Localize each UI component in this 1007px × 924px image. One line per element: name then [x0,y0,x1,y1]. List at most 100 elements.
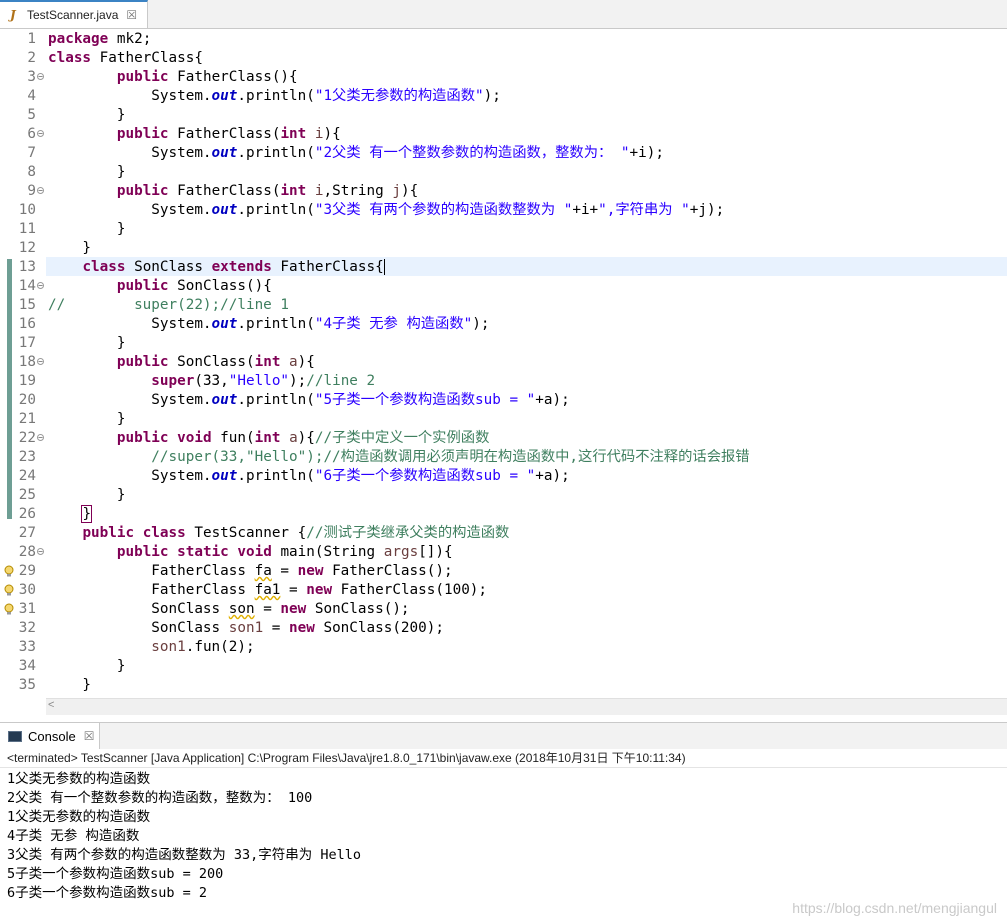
fold-toggle-icon[interactable]: − [37,548,44,556]
fold-toggle-icon[interactable]: − [37,130,44,138]
line-number: 33 [18,639,36,655]
code-text: } [48,107,126,123]
line-number: 13 [18,259,36,275]
line-number: 26 [18,506,36,522]
close-icon[interactable]: ☒ [84,729,95,743]
code-line[interactable]: 15 // super(22);//line 1 [0,296,1007,315]
code-line[interactable]: 18− public SonClass(int a){ [0,353,1007,372]
code-text: super(33,"Hello");//line 2 [151,373,376,389]
code-text: public static void main(String args[]){ [116,544,453,560]
code-line[interactable]: 13 class SonClass extends FatherClass{ [0,258,1007,277]
code-text: System.out.println("4子类 无参 构造函数"); [48,316,490,332]
code-text: // super(22);//line 1 [48,297,290,313]
code-text: class SonClass extends FatherClass{ [82,259,385,275]
code-line[interactable]: 3− public FatherClass(){ [0,68,1007,87]
line-number: 12 [18,240,36,256]
line-number: 23 [18,449,36,465]
editor-tab-testscanner[interactable]: J TestScanner.java ☒ [0,0,148,28]
code-line[interactable]: 2 class FatherClass{ [0,49,1007,68]
warning-bulb-icon[interactable] [4,603,14,615]
code-line[interactable]: 9− public FatherClass(int i,String j){ [0,182,1007,201]
code-text: son1.fun(2); [151,639,255,655]
java-file-icon: J [10,8,16,22]
fold-toggle-icon[interactable]: − [37,73,44,81]
code-text: FatherClass fa1 = new FatherClass(100); [48,582,488,598]
code-line[interactable]: 11 } [0,220,1007,239]
code-line[interactable]: 28− public static void main(String args[… [0,543,1007,562]
console-output[interactable]: 1父类无参数的构造函数 2父类 有一个整数参数的构造函数，整数为： 100 1父类无… [0,770,1007,903]
code-line[interactable]: 32 SonClass son1 = new SonClass(200); [0,619,1007,638]
close-icon[interactable]: ☒ [126,8,137,22]
code-line[interactable]: 4 System.out.println("1父类无参数的构造函数"); [0,87,1007,106]
code-line[interactable]: 20 System.out.println("5子类一个参数构造函数sub = … [0,391,1007,410]
code-text: //super(33,"Hello");//构造函数调用必须声明在构造函数中,这… [151,449,750,465]
code-line[interactable]: 27 public class TestScanner {//测试子类继承父类的… [0,524,1007,543]
code-line[interactable]: 21 } [0,410,1007,429]
console-output-line: 3父类 有两个参数的构造函数整数为 33,字符串为 Hello [7,847,362,863]
line-number: 21 [18,411,36,427]
console-output-line: 5子类一个参数构造函数sub = 200 [7,866,224,882]
code-editor[interactable]: 1 package mk2; 2 class FatherClass{3− publi… [0,29,1007,700]
line-number: 19 [18,373,36,389]
line-number: 3 [27,69,36,85]
code-line[interactable]: 1 package mk2; [0,30,1007,49]
code-line[interactable]: 16 System.out.println("4子类 无参 构造函数"); [0,315,1007,334]
line-number: 28 [18,544,36,560]
code-text: System.out.println("6子类一个参数构造函数sub = "+a… [48,468,570,484]
code-line[interactable]: 10 System.out.println("3父类 有两个参数的构造函数整数为… [0,201,1007,220]
code-line[interactable]: 33 son1.fun(2); [0,638,1007,657]
line-number: 25 [18,487,36,503]
fold-toggle-icon[interactable]: − [37,358,44,366]
code-line[interactable]: 26 } [0,505,1007,524]
code-line[interactable]: 8 } [0,163,1007,182]
code-line[interactable]: 29 FatherClass fa = new FatherClass(); [0,562,1007,581]
code-line[interactable]: 35 } [0,676,1007,695]
code-text: } [48,487,126,503]
code-text: } [48,164,126,180]
line-number: 35 [18,677,36,693]
code-line[interactable]: 5 } [0,106,1007,125]
line-number: 11 [18,221,36,237]
console-tab[interactable]: Console ☒ [0,723,100,749]
fold-toggle-icon[interactable]: − [37,187,44,195]
warning-bulb-icon[interactable] [4,584,14,596]
line-number: 9 [27,183,36,199]
fold-toggle-icon[interactable]: − [37,434,44,442]
watermark: https://blog.csdn.net/mengjiangul [792,900,997,916]
line-number: 10 [18,202,36,218]
code-line[interactable]: 31 SonClass son = new SonClass(); [0,600,1007,619]
code-line[interactable]: 12 } [0,239,1007,258]
console-icon [8,730,22,742]
code-line[interactable]: 22− public void fun(int a){//子类中定义一个实例函数 [0,429,1007,448]
code-line[interactable]: 25 } [0,486,1007,505]
code-text: System.out.println("5子类一个参数构造函数sub = "+a… [48,392,570,408]
code-text: } [48,221,126,237]
console-status-line: <terminated> TestScanner [Java Applicati… [0,749,1007,768]
code-text: System.out.println("3父类 有两个参数的构造函数整数为 "+… [48,202,725,218]
line-number: 22 [18,430,36,446]
code-line[interactable]: 17 } [0,334,1007,353]
code-text: SonClass son1 = new SonClass(200); [48,620,444,636]
warning-bulb-icon[interactable] [4,565,14,577]
code-line[interactable]: 30 FatherClass fa1 = new FatherClass(100… [0,581,1007,600]
horizontal-scrollbar[interactable]: < [46,698,1007,715]
code-line[interactable]: 19 super(33,"Hello");//line 2 [0,372,1007,391]
code-text: } [48,677,92,693]
code-text: } [81,505,93,523]
code-text: System.out.println("2父类 有一个整数参数的构造函数，整数为… [48,145,664,161]
line-number: 4 [27,88,36,104]
code-text: System.out.println("1父类无参数的构造函数"); [48,88,501,104]
code-line[interactable]: 7 System.out.println("2父类 有一个整数参数的构造函数，整… [0,144,1007,163]
code-line[interactable]: 23 //super(33,"Hello");//构造函数调用必须声明在构造函数… [0,448,1007,467]
code-line[interactable]: 34 } [0,657,1007,676]
line-number: 20 [18,392,36,408]
scroll-left-icon[interactable]: < [48,699,54,711]
line-number: 27 [18,525,36,541]
line-number: 18 [18,354,36,370]
code-line[interactable]: 6− public FatherClass(int i){ [0,125,1007,144]
code-line[interactable]: 24 System.out.println("6子类一个参数构造函数sub = … [0,467,1007,486]
line-number: 16 [18,316,36,332]
line-number: 1 [27,31,36,47]
fold-toggle-icon[interactable]: − [37,282,44,290]
code-line[interactable]: 14− public SonClass(){ [0,277,1007,296]
